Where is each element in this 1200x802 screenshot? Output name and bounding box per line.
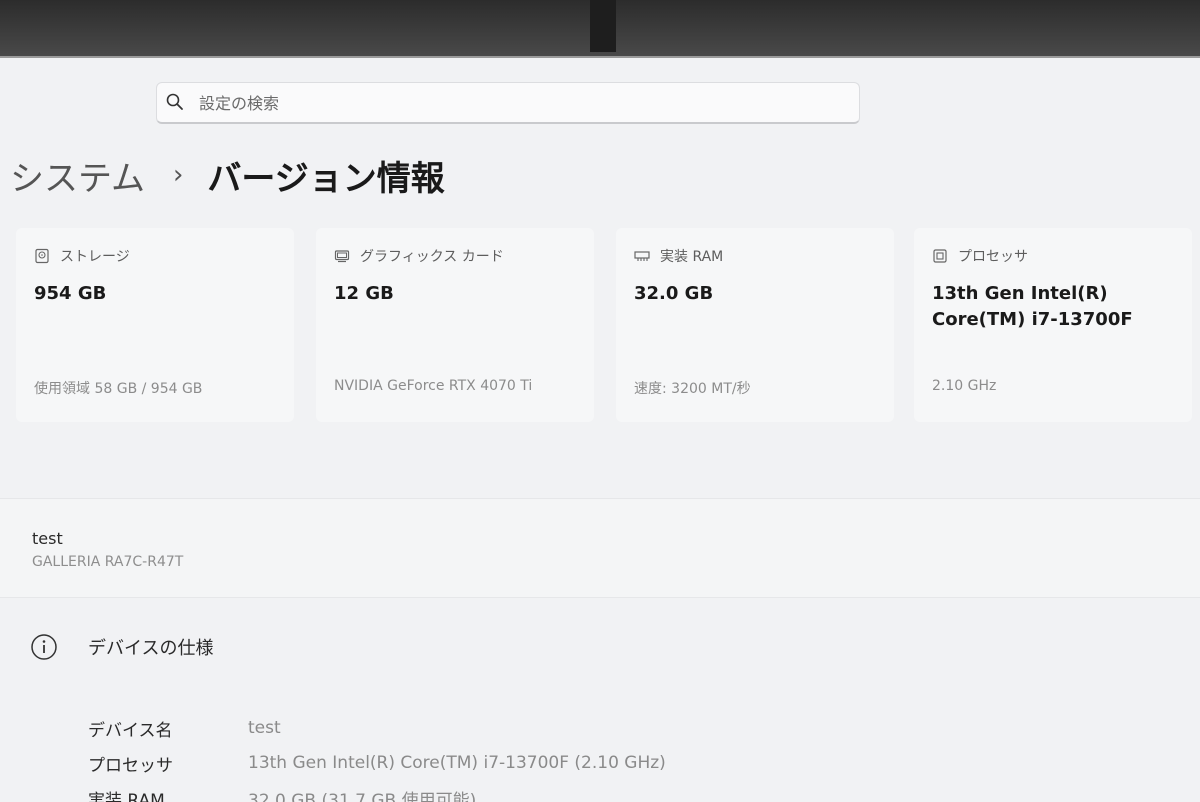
graphics-card-label: グラフィックス カード (360, 246, 504, 266)
processor-icon (932, 248, 948, 264)
processor-detail: 2.10 GHz (932, 378, 996, 394)
ram-icon (634, 248, 650, 264)
graphics-card-card[interactable]: グラフィックス カード 12 GB NVIDIA GeForce RTX 407… (316, 228, 594, 422)
info-icon (30, 633, 58, 661)
ram-card[interactable]: 実装 RAM 32.0 GB 速度: 3200 MT/秒 (616, 228, 894, 422)
spec-value: test (248, 718, 281, 738)
processor-card[interactable]: プロセッサ 13th Gen Intel(R) Core(TM) i7-1370… (914, 228, 1192, 422)
graphics-card-icon (334, 248, 350, 264)
device-name-panel[interactable]: test GALLERIA RA7C-R47T (0, 498, 1200, 598)
spec-row-device-name: デバイス名 test (88, 713, 1188, 743)
storage-icon (34, 248, 50, 264)
breadcrumb-system[interactable]: システム (10, 151, 145, 200)
spec-row-ram: 実装 RAM 32.0 GB (31.7 GB 使用可能) (88, 783, 1188, 802)
device-specs-header[interactable]: デバイスの仕様 (30, 633, 213, 661)
settings-window: システム › バージョン情報 ストレージ 954 GB 使用領域 58 GB /… (0, 56, 1200, 802)
breadcrumb: システム › バージョン情報 (10, 150, 445, 200)
storage-card[interactable]: ストレージ 954 GB 使用領域 58 GB / 954 GB (16, 228, 294, 422)
chevron-right-icon: › (173, 160, 183, 190)
spec-value: 13th Gen Intel(R) Core(TM) i7-13700F (2.… (248, 753, 666, 773)
bezel-seam (590, 0, 616, 52)
storage-detail: 使用領域 58 GB / 954 GB (34, 378, 202, 398)
ram-detail: 速度: 3200 MT/秒 (634, 378, 751, 398)
graphics-card-value: 12 GB (334, 284, 394, 310)
search-box[interactable] (156, 82, 860, 124)
spec-label: デバイス名 (88, 716, 248, 741)
device-specs-title: デバイスの仕様 (88, 634, 213, 660)
spec-cards: ストレージ 954 GB 使用領域 58 GB / 954 GB グラフィックス… (16, 228, 1200, 422)
page-title: バージョン情報 (207, 151, 444, 200)
search-input[interactable] (197, 83, 841, 123)
device-name: test (32, 529, 63, 548)
processor-value: 13th Gen Intel(R) Core(TM) i7-13700F (932, 284, 1133, 336)
ram-value: 32.0 GB (634, 284, 713, 310)
search-icon (165, 92, 185, 112)
spec-label: プロセッサ (88, 751, 248, 776)
processor-label: プロセッサ (958, 246, 1028, 266)
ram-label: 実装 RAM (660, 246, 723, 266)
monitor-bezel (0, 0, 1200, 58)
graphics-card-detail: NVIDIA GeForce RTX 4070 Ti (334, 378, 532, 394)
storage-label: ストレージ (60, 246, 130, 266)
device-model: GALLERIA RA7C-R47T (32, 554, 183, 570)
spec-row-processor: プロセッサ 13th Gen Intel(R) Core(TM) i7-1370… (88, 748, 1188, 778)
storage-value: 954 GB (34, 284, 106, 310)
